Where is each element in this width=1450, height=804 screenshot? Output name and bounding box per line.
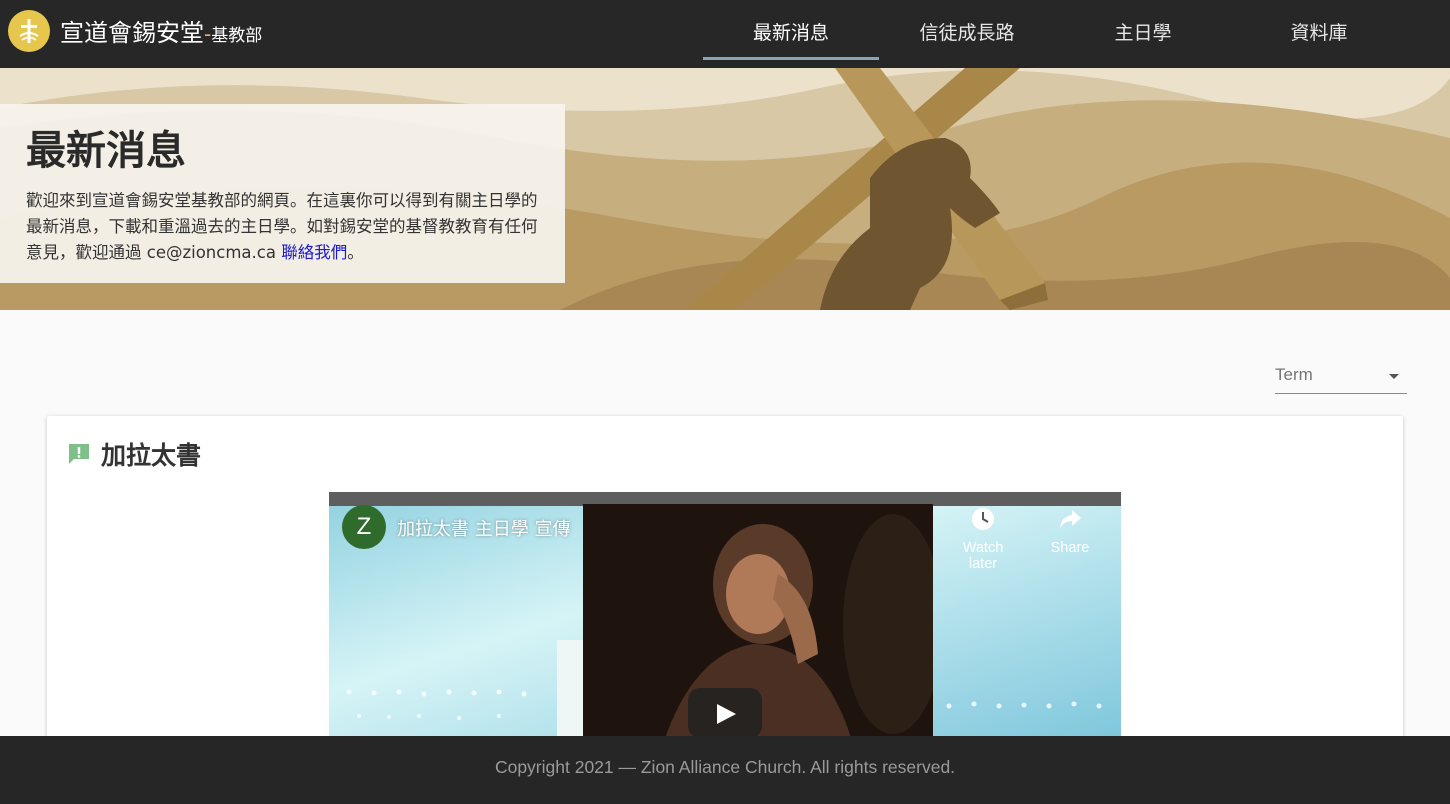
page: 宣道會錫安堂-基教部 最新消息 信徒成長路 主日學 資料庫 最新消息 歡迎來到宣… bbox=[0, 0, 1450, 804]
contact-us-link[interactable]: 聯絡我們 bbox=[281, 243, 347, 262]
chevron-down-icon bbox=[1389, 374, 1399, 379]
nav-item-latest-news[interactable]: 最新消息 bbox=[703, 0, 879, 60]
video-title[interactable]: 加拉太書 主日學 宣傳 bbox=[397, 515, 570, 541]
hero-intro-card: 最新消息 歡迎來到宣道會錫安堂基教部的網頁。在這裏你可以得到有關主日學的最新消息… bbox=[0, 104, 565, 283]
copyright-text: Copyright 2021 — Zion Alliance Church. A… bbox=[494, 757, 956, 777]
clock-icon bbox=[972, 508, 994, 530]
page-title: 最新消息 bbox=[26, 128, 186, 174]
watch-later-button[interactable]: Watch later bbox=[948, 506, 1018, 572]
share-label: Share bbox=[1050, 540, 1090, 556]
hero-description-end: 。 bbox=[347, 243, 364, 262]
play-button[interactable] bbox=[688, 688, 762, 738]
nav-item-discipleship[interactable]: 信徒成長路 bbox=[879, 0, 1055, 60]
play-icon bbox=[717, 704, 736, 724]
watch-later-label: Watch later bbox=[962, 540, 1004, 572]
nav-item-library[interactable]: 資料庫 bbox=[1231, 0, 1407, 60]
brand-name: 宣道會錫安堂 bbox=[60, 19, 204, 47]
hero-description: 歡迎來到宣道會錫安堂基教部的網頁。在這裏你可以得到有關主日學的最新消息，下載和重… bbox=[26, 188, 546, 266]
channel-avatar[interactable]: Z bbox=[342, 505, 386, 549]
term-select-label: Term bbox=[1275, 365, 1313, 384]
site-brand[interactable]: 宣道會錫安堂-基教部 bbox=[60, 13, 262, 48]
share-button[interactable]: Share bbox=[1035, 506, 1105, 556]
share-icon bbox=[1060, 510, 1081, 528]
nav-item-sunday-school[interactable]: 主日學 bbox=[1055, 0, 1231, 60]
brand-department: 基教部 bbox=[211, 26, 263, 46]
term-select[interactable]: Term bbox=[1275, 360, 1407, 394]
cross-logo-icon[interactable] bbox=[8, 10, 50, 52]
footer: Copyright 2021 — Zion Alliance Church. A… bbox=[0, 736, 1450, 804]
video-player[interactable]: Z 加拉太書 主日學 宣傳 Watch later Share bbox=[329, 492, 1121, 742]
card-title: 加拉太書 bbox=[101, 441, 202, 470]
top-bar: 宣道會錫安堂-基教部 最新消息 信徒成長路 主日學 資料庫 bbox=[0, 0, 1450, 68]
feedback-icon bbox=[67, 442, 91, 470]
hero-banner: 最新消息 歡迎來到宣道會錫安堂基教部的網頁。在這裏你可以得到有關主日學的最新消息… bbox=[0, 68, 1450, 310]
